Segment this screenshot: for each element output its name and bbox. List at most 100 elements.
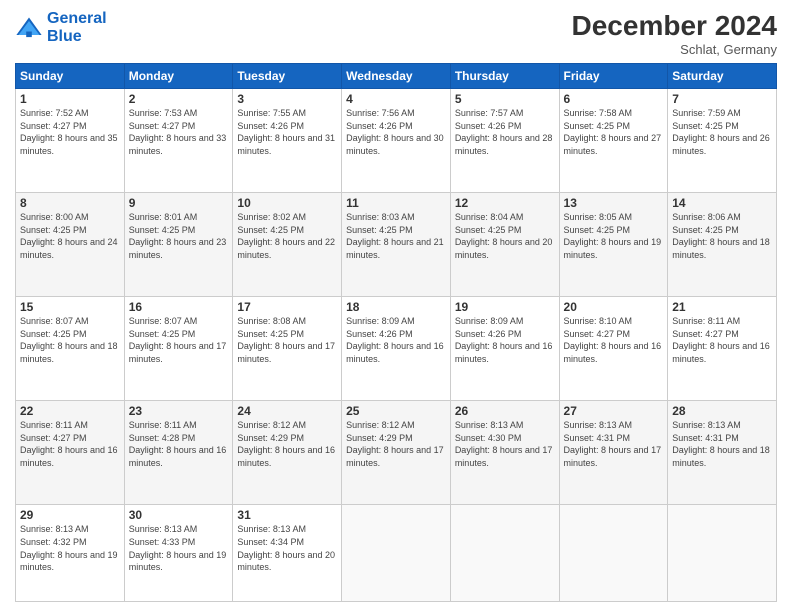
day-info: Sunrise: 8:11 AM Sunset: 4:28 PM Dayligh… bbox=[129, 419, 229, 469]
day-number: 6 bbox=[564, 92, 664, 106]
day-number: 7 bbox=[672, 92, 772, 106]
logo-icon bbox=[15, 14, 43, 42]
day-number: 31 bbox=[237, 508, 337, 522]
day-number: 17 bbox=[237, 300, 337, 314]
table-row: 23Sunrise: 8:11 AM Sunset: 4:28 PM Dayli… bbox=[124, 401, 233, 505]
table-row: 25Sunrise: 8:12 AM Sunset: 4:29 PM Dayli… bbox=[342, 401, 451, 505]
table-row: 6Sunrise: 7:58 AM Sunset: 4:25 PM Daylig… bbox=[559, 89, 668, 193]
day-info: Sunrise: 8:12 AM Sunset: 4:29 PM Dayligh… bbox=[237, 419, 337, 469]
day-info: Sunrise: 8:13 AM Sunset: 4:31 PM Dayligh… bbox=[564, 419, 664, 469]
day-number: 2 bbox=[129, 92, 229, 106]
table-row: 18Sunrise: 8:09 AM Sunset: 4:26 PM Dayli… bbox=[342, 297, 451, 401]
day-number: 18 bbox=[346, 300, 446, 314]
table-row: 29Sunrise: 8:13 AM Sunset: 4:32 PM Dayli… bbox=[16, 505, 125, 602]
day-info: Sunrise: 7:56 AM Sunset: 4:26 PM Dayligh… bbox=[346, 107, 446, 157]
day-number: 3 bbox=[237, 92, 337, 106]
day-info: Sunrise: 7:55 AM Sunset: 4:26 PM Dayligh… bbox=[237, 107, 337, 157]
day-info: Sunrise: 8:01 AM Sunset: 4:25 PM Dayligh… bbox=[129, 211, 229, 261]
title-area: December 2024 Schlat, Germany bbox=[572, 10, 777, 57]
day-number: 21 bbox=[672, 300, 772, 314]
table-row: 11Sunrise: 8:03 AM Sunset: 4:25 PM Dayli… bbox=[342, 193, 451, 297]
logo-line1: General bbox=[47, 10, 107, 27]
col-saturday: Saturday bbox=[668, 64, 777, 89]
table-row: 26Sunrise: 8:13 AM Sunset: 4:30 PM Dayli… bbox=[450, 401, 559, 505]
day-number: 8 bbox=[20, 196, 120, 210]
day-info: Sunrise: 8:09 AM Sunset: 4:26 PM Dayligh… bbox=[346, 315, 446, 365]
table-row: 8Sunrise: 8:00 AM Sunset: 4:25 PM Daylig… bbox=[16, 193, 125, 297]
logo-text: General Blue bbox=[47, 10, 107, 45]
table-row bbox=[668, 505, 777, 602]
table-row: 1Sunrise: 7:52 AM Sunset: 4:27 PM Daylig… bbox=[16, 89, 125, 193]
col-tuesday: Tuesday bbox=[233, 64, 342, 89]
day-info: Sunrise: 8:05 AM Sunset: 4:25 PM Dayligh… bbox=[564, 211, 664, 261]
day-info: Sunrise: 8:13 AM Sunset: 4:32 PM Dayligh… bbox=[20, 523, 120, 573]
table-row: 20Sunrise: 8:10 AM Sunset: 4:27 PM Dayli… bbox=[559, 297, 668, 401]
day-info: Sunrise: 8:08 AM Sunset: 4:25 PM Dayligh… bbox=[237, 315, 337, 365]
table-row: 22Sunrise: 8:11 AM Sunset: 4:27 PM Dayli… bbox=[16, 401, 125, 505]
day-number: 24 bbox=[237, 404, 337, 418]
day-number: 10 bbox=[237, 196, 337, 210]
day-info: Sunrise: 8:13 AM Sunset: 4:34 PM Dayligh… bbox=[237, 523, 337, 573]
table-row: 21Sunrise: 8:11 AM Sunset: 4:27 PM Dayli… bbox=[668, 297, 777, 401]
table-row: 4Sunrise: 7:56 AM Sunset: 4:26 PM Daylig… bbox=[342, 89, 451, 193]
day-number: 26 bbox=[455, 404, 555, 418]
logo: General Blue bbox=[15, 10, 107, 45]
table-row: 14Sunrise: 8:06 AM Sunset: 4:25 PM Dayli… bbox=[668, 193, 777, 297]
col-friday: Friday bbox=[559, 64, 668, 89]
day-number: 23 bbox=[129, 404, 229, 418]
day-info: Sunrise: 8:09 AM Sunset: 4:26 PM Dayligh… bbox=[455, 315, 555, 365]
table-row: 27Sunrise: 8:13 AM Sunset: 4:31 PM Dayli… bbox=[559, 401, 668, 505]
day-info: Sunrise: 8:13 AM Sunset: 4:30 PM Dayligh… bbox=[455, 419, 555, 469]
day-number: 30 bbox=[129, 508, 229, 522]
day-info: Sunrise: 7:53 AM Sunset: 4:27 PM Dayligh… bbox=[129, 107, 229, 157]
table-row: 28Sunrise: 8:13 AM Sunset: 4:31 PM Dayli… bbox=[668, 401, 777, 505]
header: General Blue December 2024 Schlat, Germa… bbox=[15, 10, 777, 57]
table-row: 3Sunrise: 7:55 AM Sunset: 4:26 PM Daylig… bbox=[233, 89, 342, 193]
day-number: 22 bbox=[20, 404, 120, 418]
table-row: 15Sunrise: 8:07 AM Sunset: 4:25 PM Dayli… bbox=[16, 297, 125, 401]
day-number: 27 bbox=[564, 404, 664, 418]
day-info: Sunrise: 7:58 AM Sunset: 4:25 PM Dayligh… bbox=[564, 107, 664, 157]
table-row: 5Sunrise: 7:57 AM Sunset: 4:26 PM Daylig… bbox=[450, 89, 559, 193]
day-number: 5 bbox=[455, 92, 555, 106]
day-number: 14 bbox=[672, 196, 772, 210]
page: General Blue December 2024 Schlat, Germa… bbox=[0, 0, 792, 612]
day-number: 1 bbox=[20, 92, 120, 106]
table-row bbox=[559, 505, 668, 602]
day-number: 20 bbox=[564, 300, 664, 314]
day-number: 4 bbox=[346, 92, 446, 106]
day-info: Sunrise: 8:04 AM Sunset: 4:25 PM Dayligh… bbox=[455, 211, 555, 261]
day-info: Sunrise: 8:10 AM Sunset: 4:27 PM Dayligh… bbox=[564, 315, 664, 365]
day-number: 13 bbox=[564, 196, 664, 210]
calendar: Sunday Monday Tuesday Wednesday Thursday… bbox=[15, 63, 777, 602]
day-number: 11 bbox=[346, 196, 446, 210]
day-info: Sunrise: 8:02 AM Sunset: 4:25 PM Dayligh… bbox=[237, 211, 337, 261]
col-monday: Monday bbox=[124, 64, 233, 89]
day-number: 28 bbox=[672, 404, 772, 418]
month-title: December 2024 bbox=[572, 10, 777, 42]
day-info: Sunrise: 7:57 AM Sunset: 4:26 PM Dayligh… bbox=[455, 107, 555, 157]
day-number: 19 bbox=[455, 300, 555, 314]
day-info: Sunrise: 8:06 AM Sunset: 4:25 PM Dayligh… bbox=[672, 211, 772, 261]
day-number: 15 bbox=[20, 300, 120, 314]
table-row: 24Sunrise: 8:12 AM Sunset: 4:29 PM Dayli… bbox=[233, 401, 342, 505]
day-info: Sunrise: 7:59 AM Sunset: 4:25 PM Dayligh… bbox=[672, 107, 772, 157]
logo-line2: Blue bbox=[47, 28, 82, 45]
table-row: 13Sunrise: 8:05 AM Sunset: 4:25 PM Dayli… bbox=[559, 193, 668, 297]
day-info: Sunrise: 8:03 AM Sunset: 4:25 PM Dayligh… bbox=[346, 211, 446, 261]
day-number: 16 bbox=[129, 300, 229, 314]
table-row: 2Sunrise: 7:53 AM Sunset: 4:27 PM Daylig… bbox=[124, 89, 233, 193]
day-info: Sunrise: 8:13 AM Sunset: 4:31 PM Dayligh… bbox=[672, 419, 772, 469]
table-row: 12Sunrise: 8:04 AM Sunset: 4:25 PM Dayli… bbox=[450, 193, 559, 297]
day-info: Sunrise: 8:07 AM Sunset: 4:25 PM Dayligh… bbox=[20, 315, 120, 365]
table-row bbox=[450, 505, 559, 602]
col-sunday: Sunday bbox=[16, 64, 125, 89]
day-info: Sunrise: 8:13 AM Sunset: 4:33 PM Dayligh… bbox=[129, 523, 229, 573]
calendar-header-row: Sunday Monday Tuesday Wednesday Thursday… bbox=[16, 64, 777, 89]
table-row: 9Sunrise: 8:01 AM Sunset: 4:25 PM Daylig… bbox=[124, 193, 233, 297]
col-wednesday: Wednesday bbox=[342, 64, 451, 89]
day-number: 9 bbox=[129, 196, 229, 210]
table-row: 19Sunrise: 8:09 AM Sunset: 4:26 PM Dayli… bbox=[450, 297, 559, 401]
day-info: Sunrise: 8:11 AM Sunset: 4:27 PM Dayligh… bbox=[20, 419, 120, 469]
day-info: Sunrise: 7:52 AM Sunset: 4:27 PM Dayligh… bbox=[20, 107, 120, 157]
